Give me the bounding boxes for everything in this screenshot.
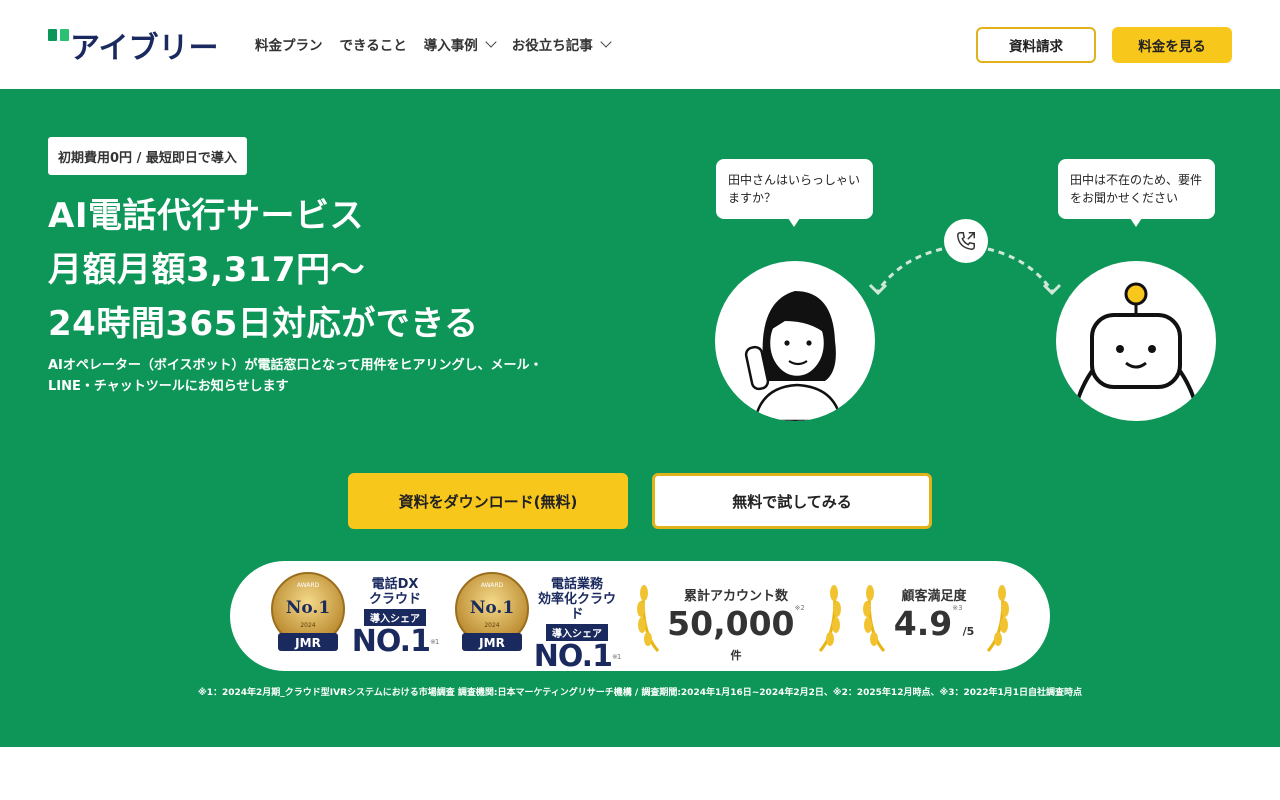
- bot-avatar: [1056, 261, 1216, 421]
- logo-mark-icon: [48, 29, 72, 49]
- stat-label: 顧客満足度: [901, 589, 967, 604]
- stat-value: 50,000: [667, 604, 795, 643]
- robot-icon: [1070, 282, 1202, 421]
- bot-speech-bubble: 田中は不在のため、要件 をお聞かせください: [1058, 159, 1215, 227]
- next-section: [0, 747, 1280, 800]
- award-title-line: 電話業務: [550, 577, 603, 592]
- headline-line: AI電話代行サービス: [48, 196, 364, 236]
- laurel-right-icon: [986, 585, 1009, 653]
- nav-label: 導入事例: [423, 38, 478, 54]
- svg-text:JMR: JMR: [294, 636, 321, 650]
- chevron-down-icon: [600, 35, 612, 48]
- award-2-text: 電話業務 効率化クラウド 導入シェア NO.1※1: [532, 577, 622, 673]
- chevron-down-icon: [485, 35, 497, 48]
- laurel-right-icon: [818, 585, 841, 653]
- headline-line: 月額月額3,317円〜: [48, 250, 366, 290]
- award-title-line: クラウド: [368, 592, 421, 607]
- bubble-line: 田中は不在のため、要件: [1070, 173, 1203, 187]
- subtext-line: LINE・チャットツールにお知らせします: [48, 379, 289, 394]
- award-rank: NO.1: [351, 624, 431, 659]
- caller-speech-bubble: 田中さんはいらっしゃい ますか？: [716, 159, 873, 227]
- hero-subtext: AIオペレーター（ボイスボット）が電話窓口となって用件をヒアリングし、メール・ …: [48, 355, 608, 397]
- caller-avatar: [715, 261, 875, 421]
- svg-text:JMR: JMR: [478, 636, 505, 650]
- nav-item-features[interactable]: できること: [340, 34, 407, 54]
- stat-value: 4.9: [893, 604, 953, 643]
- subtext-line: AIオペレーター（ボイスボット）が電話窓口となって用件をヒアリングし、メール・: [48, 358, 543, 373]
- svg-text:2024: 2024: [484, 622, 499, 629]
- customer-satisfaction-stat: 顧客満足度 4.9※3/5: [886, 585, 982, 644]
- hero-section: 初期費用0円 / 最短即日で導入 AI電話代行サービス 月額月額3,317円〜 …: [0, 89, 1280, 747]
- main-nav: 料金プラン できること 導入事例 お役立ち記事: [255, 34, 612, 54]
- stat-unit: 件: [730, 649, 742, 662]
- logo-text: アイブリー: [70, 31, 219, 66]
- award-title-line: 効率化クラウド: [537, 592, 616, 622]
- stat-note: ※3: [952, 604, 963, 612]
- award-medal-icon: AWARD No.1 2024 JMR: [455, 572, 529, 651]
- stat-unit: /5: [962, 625, 975, 638]
- awards-bar: AWARD No.1 2024 JMR 電話DX クラウド 導入シェア NO.1…: [230, 561, 1050, 673]
- award-note: ※1: [429, 638, 439, 646]
- hero-badge: 初期費用0円 / 最短即日で導入: [48, 137, 247, 175]
- free-trial-button[interactable]: 無料で試してみる: [652, 473, 932, 529]
- nav-label: お役立ち記事: [511, 38, 593, 54]
- woman-on-phone-icon: [744, 291, 843, 421]
- nav-item-pricing[interactable]: 料金プラン: [255, 34, 323, 54]
- bubble-line: 田中さんはいらっしゃい: [728, 173, 861, 187]
- stat-note: ※2: [794, 604, 805, 612]
- site-header: アイブリー 料金プラン できること 導入事例 お役立ち記事 資料請求 料金を見る: [0, 0, 1280, 89]
- total-accounts-stat: 累計アカウント数 50,000※2 件: [666, 585, 806, 663]
- site-logo[interactable]: アイブリー: [48, 29, 219, 66]
- stat-label: 累計アカウント数: [683, 589, 788, 604]
- svg-text:2024: 2024: [300, 622, 315, 629]
- award-title-line: 電話DX: [371, 577, 419, 592]
- download-document-button[interactable]: 資料をダウンロード(無料): [348, 473, 628, 529]
- bubble-line: をお聞かせください: [1070, 191, 1179, 205]
- headline-line: 24時間365日対応ができる: [48, 304, 479, 344]
- awards-footnote: ※1：2024年2月期_クラウド型IVRシステムにおける市場調査 調査機関:日本…: [197, 688, 1083, 698]
- laurel-left-icon: [637, 585, 660, 653]
- svg-text:AWARD: AWARD: [481, 582, 504, 589]
- nav-item-cases[interactable]: 導入事例: [423, 34, 497, 54]
- award-1-text: 電話DX クラウド 導入シェア NO.1※1: [350, 577, 440, 658]
- award-medal-icon: AWARD No.1 2024 JMR: [271, 572, 345, 651]
- view-pricing-button[interactable]: 料金を見る: [1112, 27, 1232, 63]
- request-document-button[interactable]: 資料請求: [976, 27, 1096, 63]
- nav-label: 料金プラン: [255, 38, 323, 54]
- nav-item-articles[interactable]: お役立ち記事: [511, 34, 612, 54]
- award-note: ※1: [611, 653, 621, 661]
- phone-call-icon: [944, 219, 988, 263]
- svg-text:No.1: No.1: [470, 598, 514, 618]
- award-rank: NO.1: [533, 639, 613, 674]
- nav-label: できること: [339, 38, 407, 54]
- svg-text:No.1: No.1: [286, 598, 330, 618]
- bubble-line: ますか？: [728, 191, 777, 205]
- hero-headline: AI電話代行サービス 月額月額3,317円〜 24時間365日対応ができる: [48, 189, 479, 351]
- svg-text:AWARD: AWARD: [297, 582, 320, 589]
